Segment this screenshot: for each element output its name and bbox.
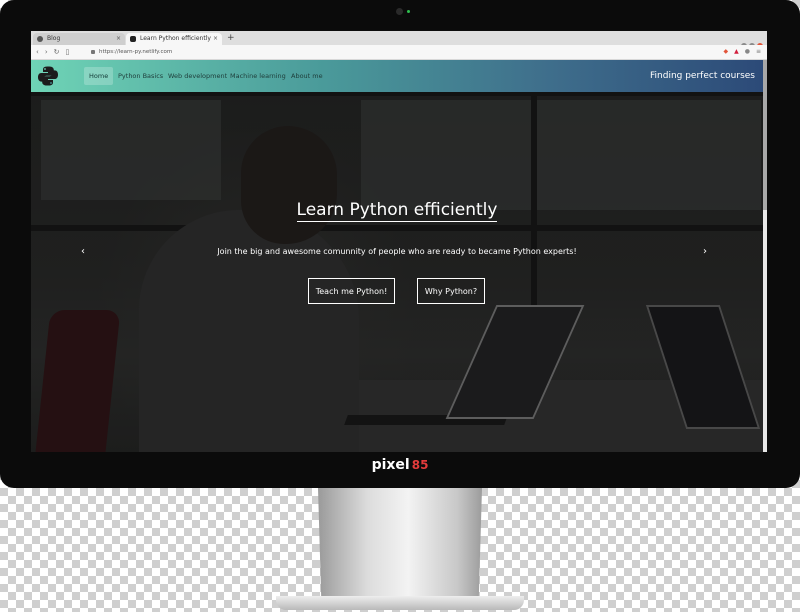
scrollbar-thumb[interactable] [763,60,767,210]
close-tab-icon[interactable]: × [116,33,121,45]
brand-name: pixel [371,457,410,473]
window-controls [739,34,763,49]
hero-subtitle: Join the big and awesome comunnity of pe… [217,247,577,256]
browser-nav-buttons: ‹ › ↻ ▯ [36,45,75,59]
monitor-brand-logo: pixel 85 [0,457,800,473]
webcam-icon [396,8,403,15]
screen: Blog × Learn Python efficiently × + ‹ › ↻ ▯… [31,31,767,452]
back-icon[interactable]: ‹ [36,48,39,56]
github-icon [37,36,43,42]
tab-title: Learn Python efficiently [140,35,211,42]
extension-icons: ◆ ▲ ● ≡ [717,45,761,59]
reload-icon[interactable]: ↻ [54,48,60,56]
webcam-led [407,10,410,13]
url-text: https://learn-py.netlify.com [99,49,173,55]
hero-overlay [31,60,767,452]
nav-web-development[interactable]: Web development [163,60,232,92]
url-field[interactable]: https://learn-py.netlify.com [91,45,172,59]
hero-title-text: Learn Python efficiently [296,200,498,222]
web-page: Home Python Basics Web development Machi… [31,60,767,452]
brand-number: 85 [411,458,429,472]
browser-tab-learn-python[interactable]: Learn Python efficiently × [126,33,222,45]
brave-shield-icon[interactable]: ◆ [723,48,728,55]
tab-title: Blog [47,35,61,42]
address-bar: ‹ › ↻ ▯ https://learn-py.netlify.com ◆ ▲ ● ≡ [31,45,767,60]
nav-machine-learning[interactable]: Machine learning [225,60,291,92]
forward-icon[interactable]: › [45,48,48,56]
nav-python-basics[interactable]: Python Basics [113,60,168,92]
monitor-stand-base [276,596,524,610]
bookmark-icon[interactable]: ▯ [66,48,70,56]
menu-icon[interactable]: ≡ [756,48,761,55]
monitor-bezel: Blog × Learn Python efficiently × + ‹ › ↻ ▯… [0,0,800,488]
why-python-button[interactable]: Why Python? [417,278,485,304]
lock-icon [91,49,95,54]
close-tab-icon[interactable]: × [213,33,218,45]
browser-tab-blog[interactable]: Blog × [33,33,125,45]
hero-title: Learn Python efficiently [31,200,763,222]
teach-me-python-button[interactable]: Teach me Python! [308,278,395,304]
page-scrollbar[interactable] [763,60,767,452]
bat-rewards-icon[interactable]: ▲ [734,48,739,55]
python-favicon-icon [130,36,136,42]
nav-home[interactable]: Home [84,67,114,85]
profile-icon[interactable]: ● [745,48,750,55]
monitor-stand-neck [318,488,482,600]
site-navbar: Home Python Basics Web development Machi… [31,60,763,92]
navbar-brand-text: Finding perfect courses [650,71,755,81]
python-logo-icon[interactable] [37,65,59,87]
nav-about-me[interactable]: About me [286,60,328,92]
browser-tab-bar: Blog × Learn Python efficiently × + [31,31,767,49]
new-tab-icon[interactable]: + [227,32,235,44]
